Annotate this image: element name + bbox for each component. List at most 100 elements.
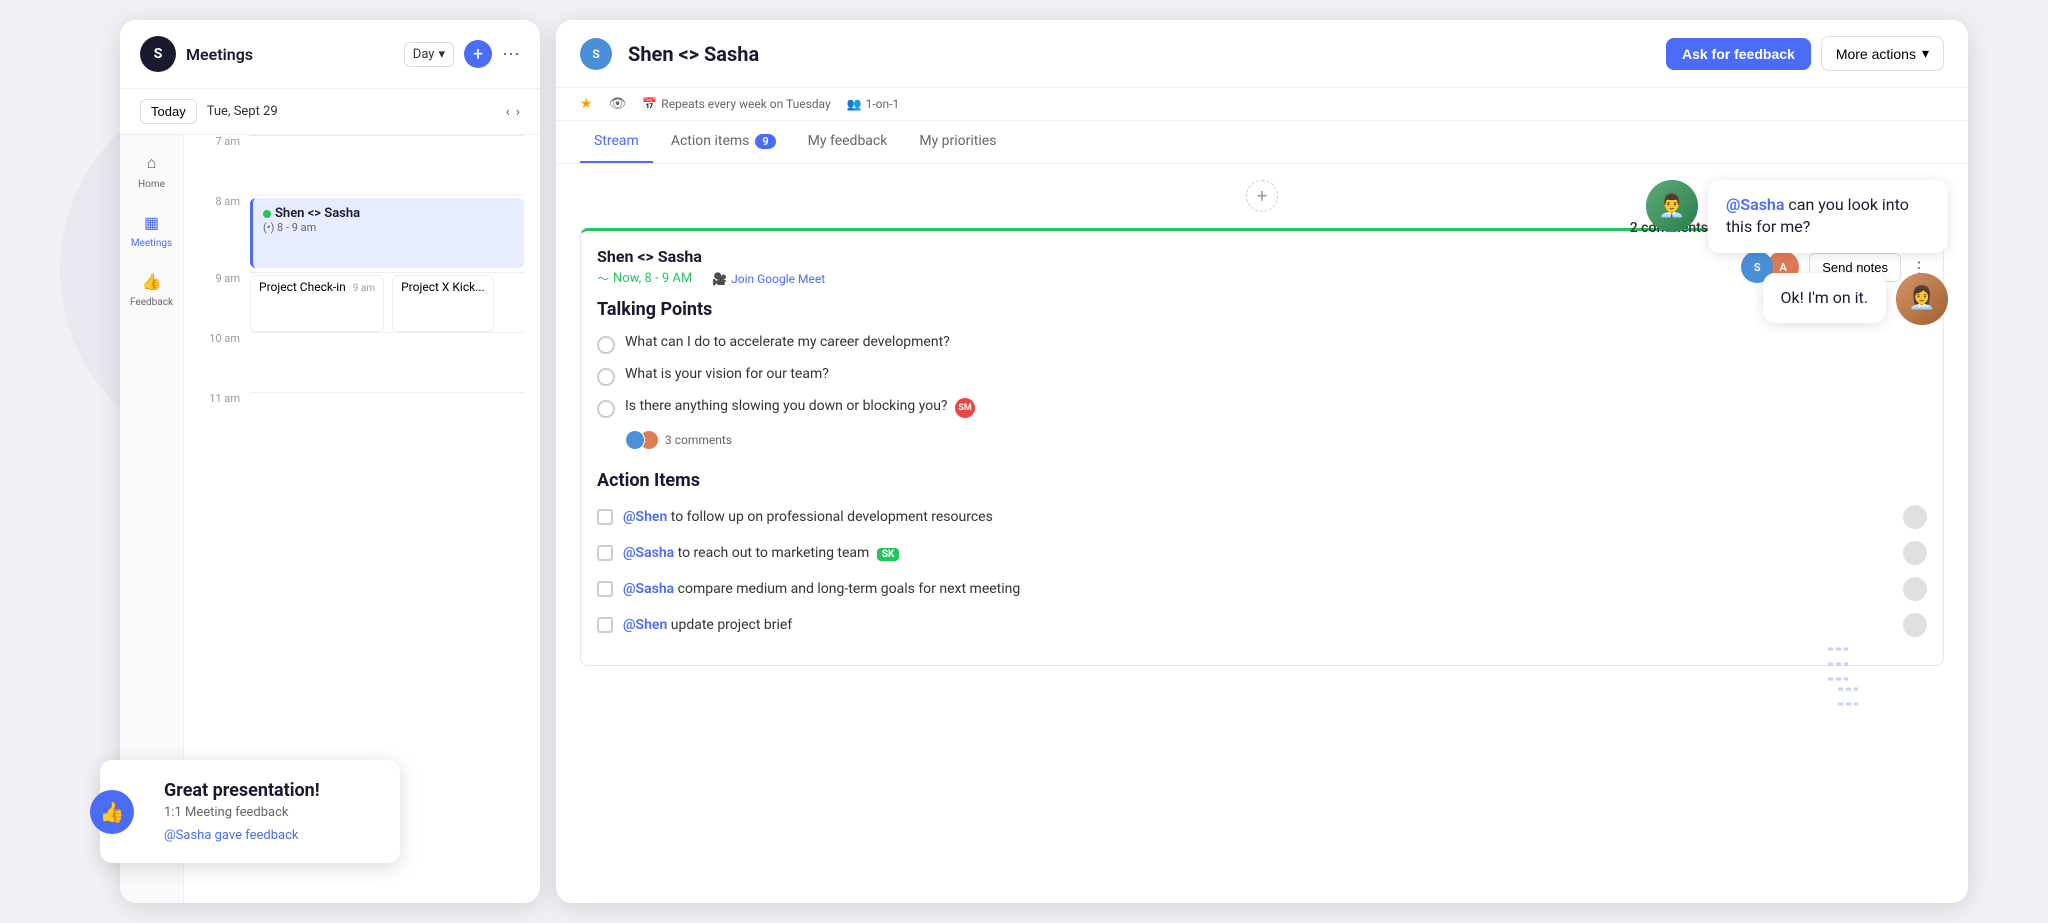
mention-shen-2: @Shen xyxy=(623,617,667,633)
action-items-section: Action Items @Shen to follow up on profe… xyxy=(597,470,1927,637)
event-project-kick[interactable]: Project X Kick... xyxy=(392,275,494,332)
more-actions-button[interactable]: More actions ▾ xyxy=(1821,36,1944,71)
day-selector[interactable]: Day ▾ xyxy=(404,42,454,67)
meetings-more-icon[interactable]: ⋯ xyxy=(502,44,520,65)
event-checkin-title: Project Check-in xyxy=(259,280,346,294)
feedback-label: Feedback xyxy=(130,297,173,308)
meetings-header: S Meetings Day ▾ + ⋯ xyxy=(120,20,540,89)
checkbox-3[interactable] xyxy=(597,581,613,597)
chevron-down-icon: ▾ xyxy=(1922,45,1929,62)
action-items-badge: 9 xyxy=(755,134,775,149)
day-selector-label: Day xyxy=(413,47,435,62)
chevron-down-icon: ▾ xyxy=(438,47,445,62)
comments-count: 3 comments xyxy=(665,433,732,447)
google-icon: 🎥 xyxy=(712,272,727,286)
action-item-1-text: @Shen to follow up on professional devel… xyxy=(623,509,1893,525)
ask-feedback-button[interactable]: Ask for feedback xyxy=(1666,38,1811,70)
calendar-icon: 📅 xyxy=(642,97,657,111)
event-shen-sasha[interactable]: Shen <> Sasha (•) 8 - 9 am xyxy=(250,198,524,268)
live-indicator xyxy=(263,210,271,218)
time-label-10am: 10 am xyxy=(200,332,240,392)
action-item-1: @Shen to follow up on professional devel… xyxy=(597,505,1927,529)
meeting-card-time-text: Now, 8 - 9 AM xyxy=(613,271,692,286)
chat-bubble-1: @Sasha can you look into this for me? xyxy=(1708,180,1948,253)
time-label-8am: 8 am xyxy=(200,195,240,272)
meetings-panel-title: Meetings xyxy=(186,45,394,64)
meeting-card-left: Shen <> Sasha 〜 Now, 8 - 9 AM 🎥 Join Goo… xyxy=(597,247,825,287)
radio-3[interactable] xyxy=(597,400,615,418)
add-item-button[interactable]: + xyxy=(1246,180,1278,212)
talking-point-3: Is there anything slowing you down or bl… xyxy=(597,398,1927,418)
radio-1[interactable] xyxy=(597,336,615,354)
meetings-subheader: Today Tue, Sept 29 ‹ › xyxy=(120,89,540,135)
sidebar-item-feedback[interactable]: 👍 Feedback xyxy=(130,269,173,308)
tabs-bar: Stream Action items 9 My feedback My pri… xyxy=(556,121,1968,164)
time-slot-8am: 8 am Shen <> Sasha (•) 8 - 9 am xyxy=(200,195,524,272)
home-label: Home xyxy=(138,179,165,190)
mention-shen-1: @Shen xyxy=(623,509,667,525)
sidebar-item-meetings[interactable]: ▦ Meetings xyxy=(131,210,172,249)
action-item-4-text: @Shen update project brief xyxy=(623,617,1893,633)
time-slot-9am: 9 am Project Check-in 9 am Project X Kic… xyxy=(200,272,524,332)
app-logo: S xyxy=(140,36,176,72)
assignee-avatar-4 xyxy=(1903,613,1927,637)
add-event-button[interactable]: + xyxy=(464,40,492,68)
chat-bubbles: 👨‍💼 @Sasha can you look into this for me… xyxy=(1646,180,1948,325)
prev-arrow[interactable]: ‹ xyxy=(506,104,510,120)
assignee-avatar-1 xyxy=(1903,505,1927,529)
time-line-8am: Shen <> Sasha (•) 8 - 9 am xyxy=(250,195,524,272)
feedback-card: 👍 Great presentation! 1:1 Meeting feedba… xyxy=(100,760,400,863)
mention-sasha-2: @Sasha xyxy=(623,581,674,597)
avatar-person-glasses: 👨‍💼 xyxy=(1646,180,1698,232)
event-shen-sasha-title: Shen <> Sasha xyxy=(275,206,360,221)
join-google-meet-button[interactable]: 🎥 Join Google Meet xyxy=(712,272,825,286)
bubble-2-text: Ok! I'm on it. xyxy=(1781,288,1868,307)
checkbox-1[interactable] xyxy=(597,509,613,525)
header-actions: Ask for feedback More actions ▾ xyxy=(1666,36,1944,71)
sidebar-item-home[interactable]: ⌂ Home xyxy=(138,151,165,190)
meeting-card-meta: 〜 Now, 8 - 9 AM 🎥 Join Google Meet xyxy=(597,270,825,287)
action-item-4: @Shen update project brief xyxy=(597,613,1927,637)
next-arrow[interactable]: › xyxy=(516,104,520,120)
star-icon[interactable]: ★ xyxy=(580,96,593,112)
meeting-meta: ★ 👁 📅 Repeats every week on Tuesday 👥 1-… xyxy=(556,88,1968,121)
radio-2[interactable] xyxy=(597,368,615,386)
event-shen-sasha-time: (•) 8 - 9 am xyxy=(263,221,514,234)
meetings-label: Meetings xyxy=(131,238,172,249)
chat-bubble-2-wrapper: 👩‍💼 Ok! I'm on it. xyxy=(1646,273,1948,325)
meta-repeats: 📅 Repeats every week on Tuesday xyxy=(642,97,830,111)
bubble-1-mention: @Sasha xyxy=(1726,195,1784,214)
tab-my-priorities-label: My priorities xyxy=(919,133,996,149)
action-item-3-text: @Sasha compare medium and long-term goal… xyxy=(623,581,1893,597)
tab-action-items[interactable]: Action items 9 xyxy=(657,121,790,163)
meeting-card-title: Shen <> Sasha xyxy=(597,247,825,266)
time-slot-7am: 7 am xyxy=(200,135,524,195)
talking-point-2-text: What is your vision for our team? xyxy=(625,366,1927,382)
live-wave-icon: 〜 xyxy=(597,270,609,287)
action-item-2-text: @Sasha to reach out to marketing team SK xyxy=(623,545,1893,561)
action-item-3: @Sasha compare medium and long-term goal… xyxy=(597,577,1927,601)
avatar-shen: S xyxy=(580,38,612,70)
chat-bubble-2: Ok! I'm on it. xyxy=(1763,273,1886,323)
event-checkin-time: 9 am xyxy=(353,283,375,294)
tab-stream[interactable]: Stream xyxy=(580,121,653,163)
meetings-icon: ▦ xyxy=(140,210,164,234)
feedback-card-mention: @Sasha gave feedback xyxy=(164,828,376,843)
more-actions-label: More actions xyxy=(1836,46,1916,62)
checkbox-2[interactable] xyxy=(597,545,613,561)
time-label-11am: 11 am xyxy=(200,392,240,452)
main-panel-header: S Shen <> Sasha Ask for feedback More ac… xyxy=(556,20,1968,88)
mention-sasha-1: @Sasha xyxy=(623,545,674,561)
event-kick-title: Project X Kick... xyxy=(401,280,485,294)
today-button[interactable]: Today xyxy=(140,99,197,124)
event-project-checkin[interactable]: Project Check-in 9 am xyxy=(250,275,384,332)
tab-my-priorities[interactable]: My priorities xyxy=(905,121,1010,163)
eye-icon[interactable]: 👁 xyxy=(609,96,627,112)
tab-action-items-label: Action items xyxy=(671,133,750,149)
comment-avatar-1 xyxy=(625,430,645,450)
feedback-card-content: Great presentation! 1:1 Meeting feedback… xyxy=(164,780,376,843)
comment-avatars xyxy=(625,430,659,450)
sk-badge: SK xyxy=(877,548,900,561)
checkbox-4[interactable] xyxy=(597,617,613,633)
tab-my-feedback[interactable]: My feedback xyxy=(794,121,902,163)
